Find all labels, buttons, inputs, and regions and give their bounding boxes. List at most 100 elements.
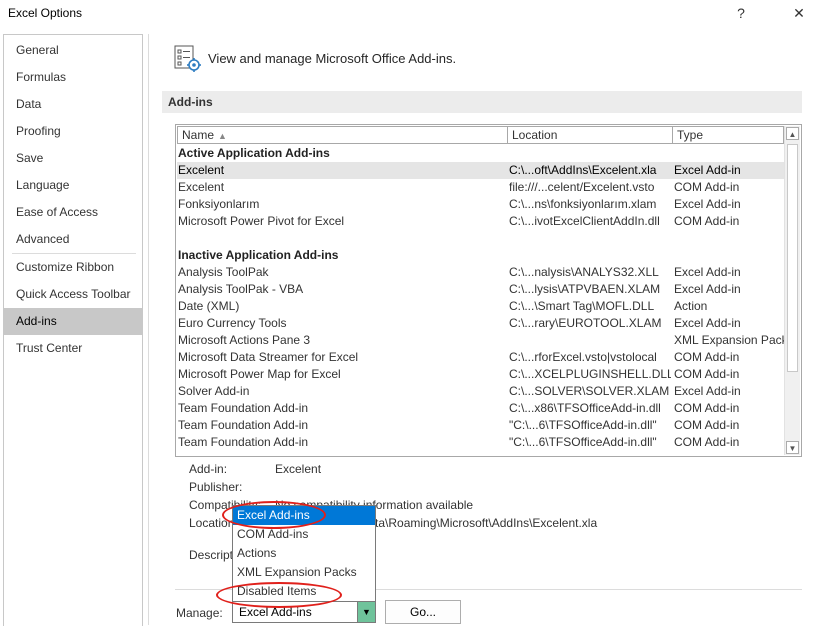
table-row[interactable]: Microsoft Power Pivot for Excel C:\...iv… [177, 213, 786, 230]
cell-location: C:\...SOLVER\SOLVER.XLAM [509, 384, 670, 398]
dropdown-option-excel-add-ins[interactable]: Excel Add-ins [233, 506, 375, 525]
nav-item-customize-ribbon[interactable]: Customize Ribbon [4, 254, 142, 281]
cell-type: COM Add-in [674, 367, 740, 381]
column-header-type[interactable]: Type [672, 126, 784, 144]
cell-location: C:\...x86\TFSOfficeAdd-in.dll [509, 401, 661, 415]
cell-name: Excelent [178, 163, 225, 177]
nav-item-formulas[interactable]: Formulas [4, 64, 142, 91]
cell-location: C:\...rforExcel.vsto|vstolocal [509, 350, 657, 364]
cell-type: Excel Add-in [674, 384, 741, 398]
nav-item-general[interactable]: General [4, 37, 142, 64]
vertical-scrollbar[interactable]: ▲ ▼ [784, 126, 800, 455]
cell-type: Excel Add-in [674, 282, 741, 296]
addins-list[interactable]: Name ▲ Location Type Active Application A… [175, 124, 802, 457]
manage-select[interactable]: Excel Add-ins ▼ [232, 601, 376, 623]
table-row[interactable]: Team Foundation Add-in "C:\...6\TFSOffic… [177, 434, 786, 451]
cell-name: Microsoft Power Pivot for Excel [178, 214, 345, 228]
nav-item-save[interactable]: Save [4, 145, 142, 172]
cell-name: Euro Currency Tools [178, 316, 287, 330]
sort-ascending-icon: ▲ [218, 131, 227, 141]
cell-location: C:\...ivotExcelClientAddIn.dll [509, 214, 660, 228]
cell-type: COM Add-in [674, 401, 740, 415]
cell-location: "C:\...6\TFSOfficeAdd-in.dll" [509, 435, 657, 449]
go-button[interactable]: Go... [385, 600, 461, 624]
cell-name: Excelent [178, 180, 225, 194]
nav-item-quick-access-toolbar[interactable]: Quick Access Toolbar [4, 281, 142, 308]
page-title: View and manage Microsoft Office Add-ins… [208, 51, 457, 66]
close-button[interactable]: ✕ [786, 2, 812, 24]
manage-label: Manage: [176, 606, 223, 620]
scroll-down-icon[interactable]: ▼ [786, 441, 799, 454]
table-row[interactable]: Analysis ToolPak - VBA C:\...lysis\ATPVB… [177, 281, 786, 298]
cell-name: Team Foundation Add-in [178, 418, 309, 432]
detail-addin-label: Add-in: [189, 462, 228, 476]
cell-location: C:\...ns\fonksiyonlarım.xlam [509, 197, 657, 211]
cell-type: COM Add-in [674, 350, 740, 364]
addins-gear-icon [174, 45, 201, 72]
cell-name: Solver Add-in [178, 384, 250, 398]
column-header-location[interactable]: Location [507, 126, 673, 144]
nav-item-proofing[interactable]: Proofing [4, 118, 142, 145]
detail-addin-value: Excelent [275, 462, 322, 476]
table-row[interactable]: Analysis ToolPak C:\...nalysis\ANALYS32.… [177, 264, 786, 281]
detail-location-label: Location: [189, 516, 238, 530]
group-header-active: Active Application Add-ins [178, 146, 330, 160]
cell-name: Microsoft Data Streamer for Excel [178, 350, 359, 364]
manage-select-value: Excel Add-ins [239, 605, 312, 619]
nav-item-ease-of-access[interactable]: Ease of Access [4, 199, 142, 226]
detail-publisher-label: Publisher: [189, 480, 243, 494]
cell-type: COM Add-in [674, 180, 740, 194]
cell-location: C:\...nalysis\ANALYS32.XLL [509, 265, 659, 279]
table-row[interactable]: Fonksiyonlarım C:\...ns\fonksiyonlarım.x… [177, 196, 786, 213]
table-row[interactable]: Team Foundation Add-in C:\...x86\TFSOffi… [177, 400, 786, 417]
cell-location: C:\...rary\EUROTOOL.XLAM [509, 316, 662, 330]
table-row[interactable]: Microsoft Data Streamer for Excel C:\...… [177, 349, 786, 366]
title-bar: Excel Options ? ✕ [0, 0, 814, 28]
column-header-name[interactable]: Name ▲ [177, 126, 508, 144]
cell-type: Excel Add-in [674, 265, 741, 279]
table-row[interactable]: Team Foundation Add-in "C:\...6\TFSOffic… [177, 417, 786, 434]
section-header-add-ins: Add-ins [162, 91, 802, 113]
cell-name: Date (XML) [178, 299, 240, 313]
cell-name: Team Foundation Add-in [178, 401, 309, 415]
nav-item-advanced[interactable]: Advanced [4, 226, 142, 253]
cell-name: Microsoft Actions Pane 3 [178, 333, 311, 347]
pane-divider [148, 34, 149, 625]
cell-type: XML Expansion Pack [674, 333, 788, 347]
cell-name: Microsoft Power Map for Excel [178, 367, 341, 381]
cell-location: C:\...\Smart Tag\MOFL.DLL [509, 299, 655, 313]
cell-type: Excel Add-in [674, 163, 741, 177]
group-header-inactive: Inactive Application Add-ins [178, 248, 339, 262]
dropdown-option-disabled-items[interactable]: Disabled Items [233, 582, 375, 601]
table-row[interactable]: Solver Add-in C:\...SOLVER\SOLVER.XLAM E… [177, 383, 786, 400]
nav-item-language[interactable]: Language [4, 172, 142, 199]
column-header-name-label: Name [182, 128, 215, 142]
table-row[interactable]: Microsoft Power Map for Excel C:\...XCEL… [177, 366, 786, 383]
manage-dropdown-list: Excel Add-ins COM Add-ins Actions XML Ex… [232, 505, 376, 602]
cell-type: COM Add-in [674, 214, 740, 228]
dropdown-option-xml-expansion-packs[interactable]: XML Expansion Packs [233, 563, 375, 582]
cell-location: file:///...celent/Excelent.vsto [509, 180, 655, 194]
table-row[interactable]: Excelent file:///...celent/Excelent.vsto… [177, 179, 786, 196]
nav-item-trust-center[interactable]: Trust Center [4, 335, 142, 362]
nav-item-data[interactable]: Data [4, 91, 142, 118]
window-title: Excel Options [8, 6, 83, 20]
cell-type: Action [674, 299, 708, 313]
cell-type: Excel Add-in [674, 316, 741, 330]
cell-location: C:\...lysis\ATPVBAEN.XLAM [509, 282, 661, 296]
table-row[interactable]: Date (XML) C:\...\Smart Tag\MOFL.DLL Act… [177, 298, 786, 315]
dropdown-option-com-add-ins[interactable]: COM Add-ins [233, 525, 375, 544]
table-row[interactable]: Euro Currency Tools C:\...rary\EUROTOOL.… [177, 315, 786, 332]
table-row[interactable]: Microsoft Actions Pane 3 XML Expansion P… [177, 332, 788, 349]
dropdown-option-actions[interactable]: Actions [233, 544, 375, 563]
cell-type: Excel Add-in [674, 197, 741, 211]
nav-item-add-ins[interactable]: Add-ins [4, 308, 142, 335]
scroll-thumb[interactable] [787, 144, 798, 372]
chevron-down-icon[interactable]: ▼ [357, 602, 375, 622]
cell-name: Analysis ToolPak [178, 265, 269, 279]
table-row[interactable]: Excelent C:\...oft\AddIns\Excelent.xla E… [177, 162, 786, 179]
cell-type: COM Add-in [674, 418, 740, 432]
help-button[interactable]: ? [728, 2, 754, 24]
scroll-up-icon[interactable]: ▲ [786, 127, 799, 140]
